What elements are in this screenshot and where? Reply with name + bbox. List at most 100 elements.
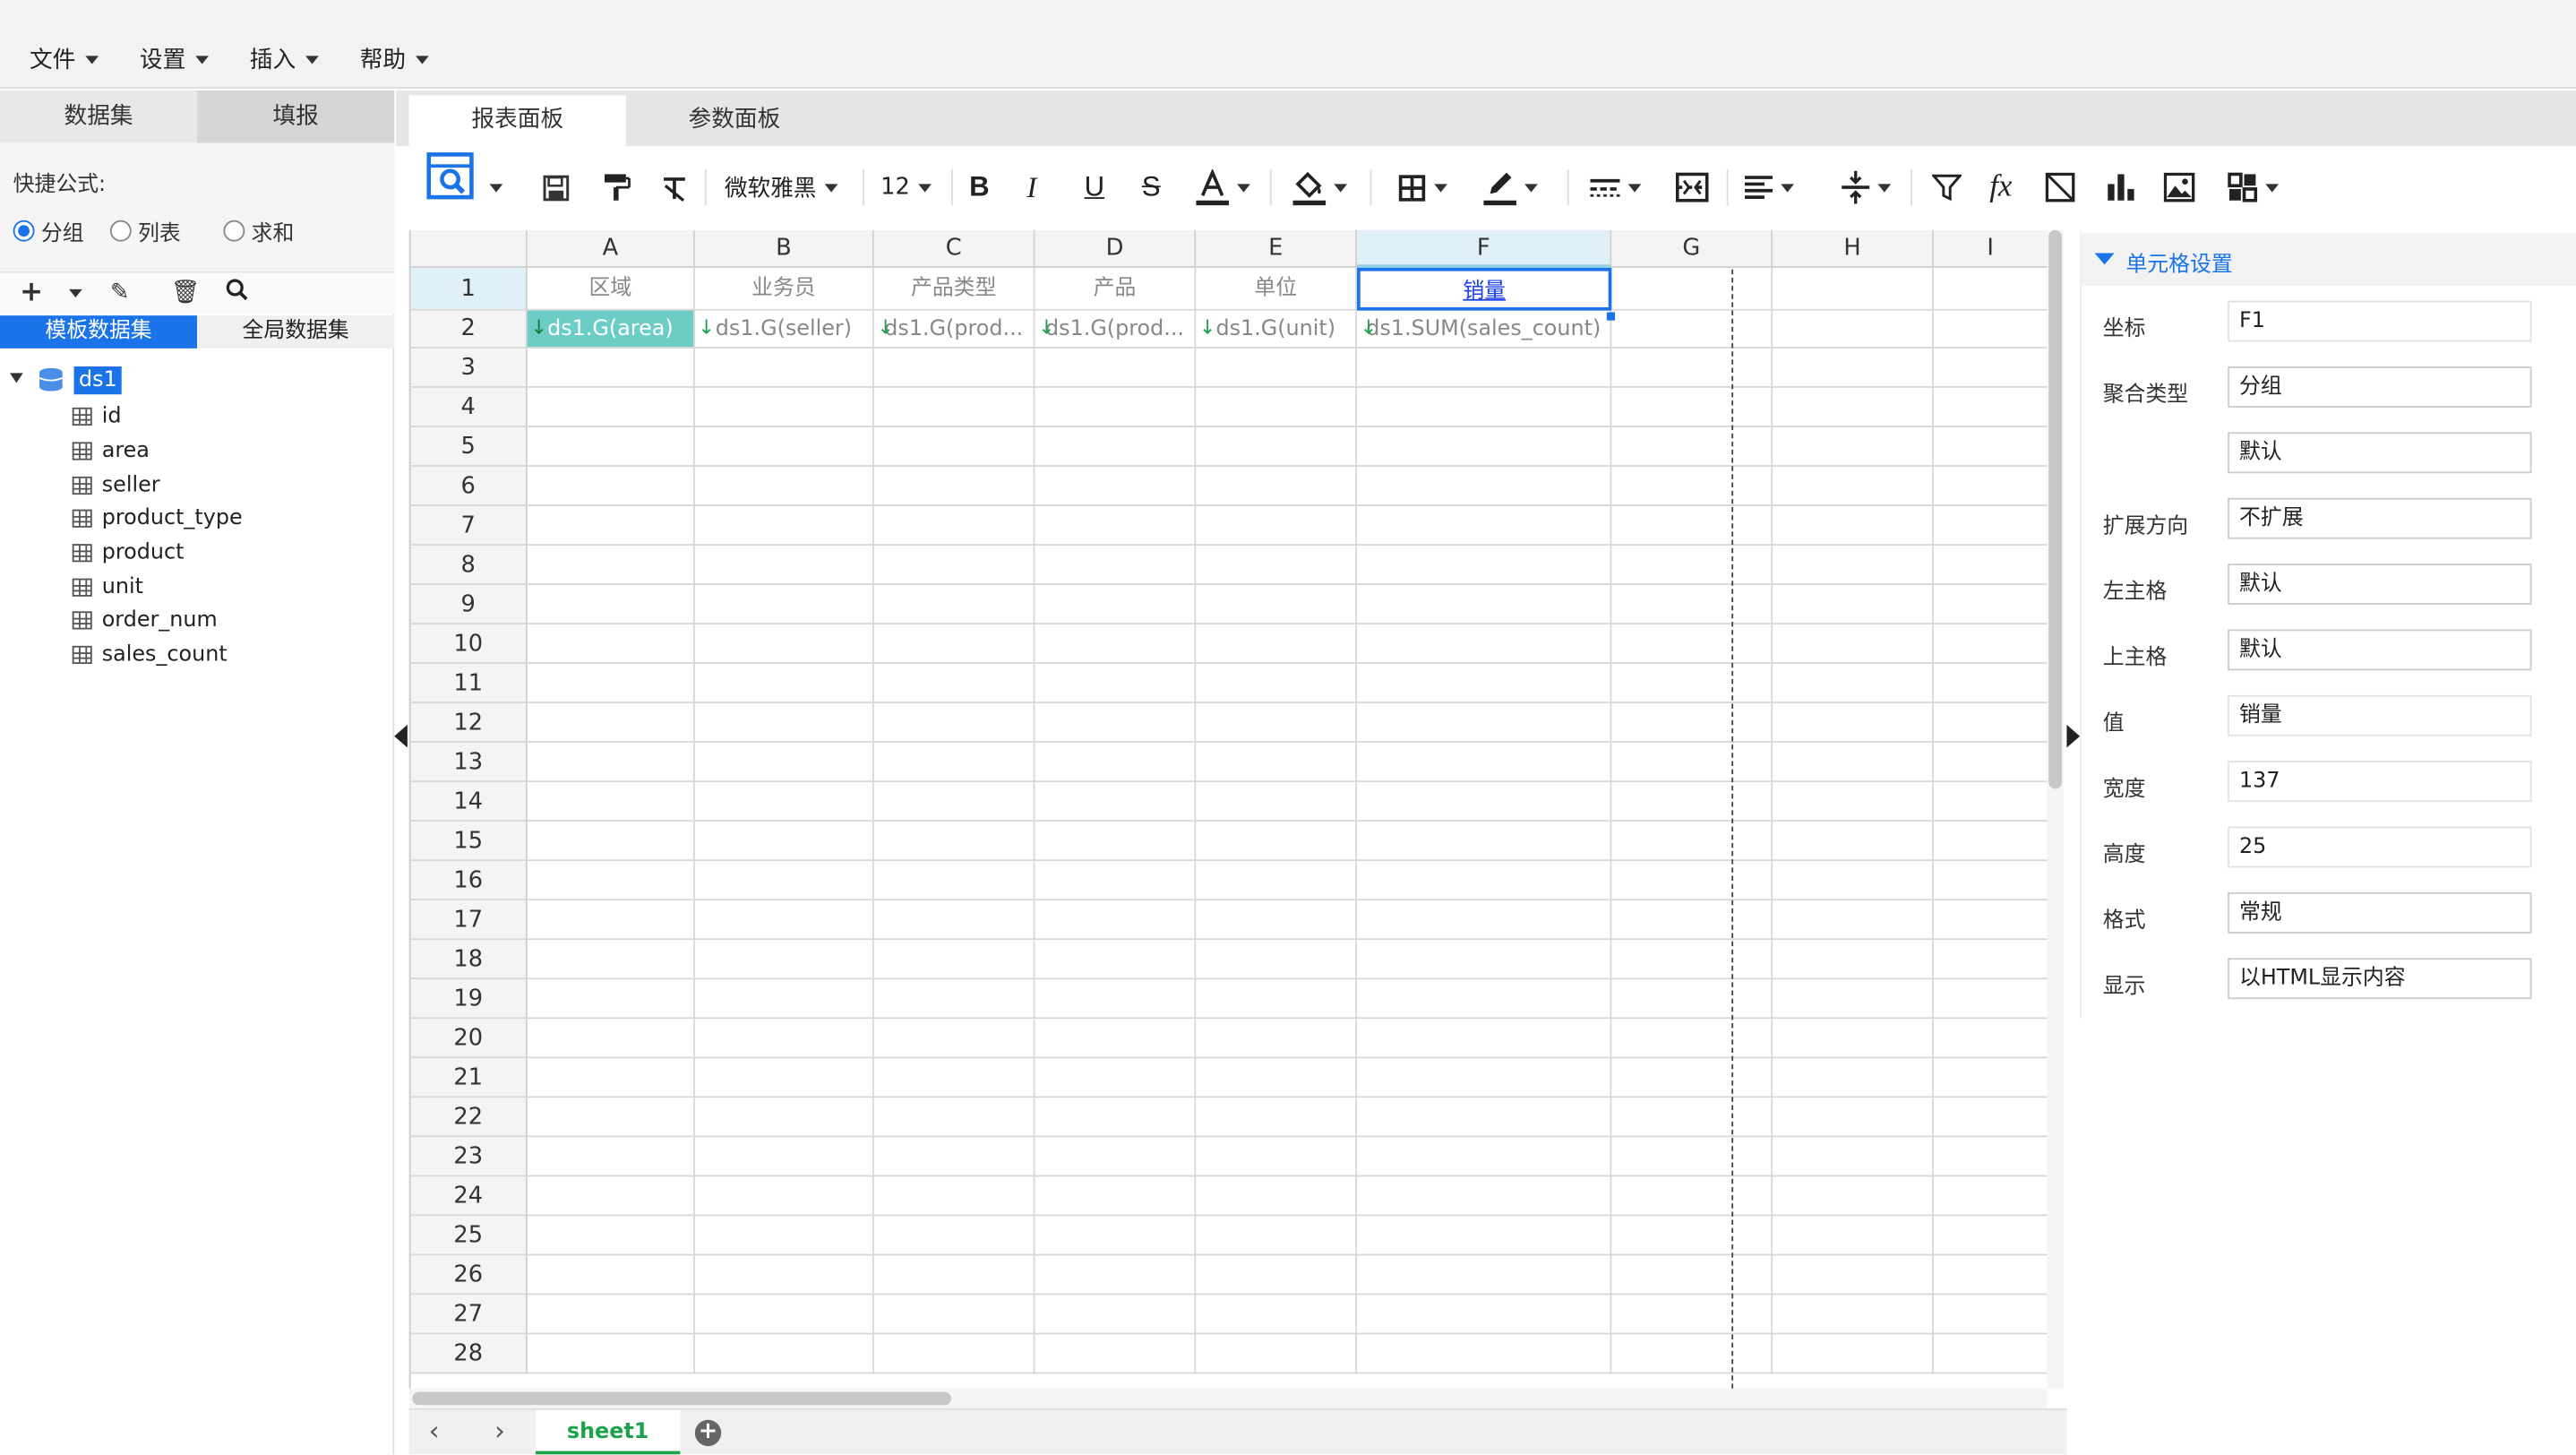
- font-family-select[interactable]: 微软雅黑: [725, 166, 838, 209]
- grid-cell-I16[interactable]: [1933, 861, 2048, 901]
- grid-cell-H24[interactable]: [1773, 1176, 1934, 1217]
- grid-cell-H9[interactable]: [1773, 584, 1934, 624]
- grid-cell-E15[interactable]: [1196, 822, 1358, 862]
- grid-cell-E9[interactable]: [1196, 584, 1358, 624]
- formula-button[interactable]: fx: [1989, 166, 2012, 209]
- grid-cell-H10[interactable]: [1773, 624, 1934, 665]
- grid-cell-D9[interactable]: [1035, 584, 1197, 624]
- row-header[interactable]: 17: [410, 900, 528, 941]
- grid-cell-C18[interactable]: [873, 940, 1035, 980]
- grid-cell-I26[interactable]: [1933, 1255, 2048, 1296]
- format-painter-button[interactable]: [603, 166, 631, 209]
- grid-cell-H5[interactable]: [1773, 426, 1934, 467]
- grid-cell-E23[interactable]: [1196, 1137, 1358, 1177]
- grid-cell-D16[interactable]: [1035, 861, 1197, 901]
- column-header-A[interactable]: A: [527, 229, 695, 268]
- grid-cell-B12[interactable]: [694, 703, 874, 744]
- grid-cell-G21[interactable]: [1611, 1058, 1773, 1098]
- grid-cell-F21[interactable]: [1357, 1058, 1612, 1098]
- grid-cell-D13[interactable]: [1035, 743, 1197, 783]
- row-header[interactable]: 28: [410, 1334, 528, 1374]
- grid-cell-D4[interactable]: [1035, 387, 1197, 427]
- grid-cell-C5[interactable]: [873, 426, 1035, 467]
- grid-cell-F26[interactable]: [1357, 1255, 1612, 1296]
- grid-cell-G19[interactable]: [1611, 979, 1773, 1020]
- grid-cell-H3[interactable]: [1773, 348, 1934, 388]
- grid-cell-F3[interactable]: [1357, 348, 1612, 388]
- row-header[interactable]: 9: [410, 584, 528, 624]
- grid-cell-H22[interactable]: [1773, 1098, 1934, 1138]
- grid-cell-H1[interactable]: [1773, 267, 1934, 311]
- grid-cell-A3[interactable]: [527, 348, 695, 388]
- grid-cell-E7[interactable]: [1196, 505, 1358, 546]
- tree-field-order-num[interactable]: order_num: [72, 605, 218, 634]
- grid-cell-D25[interactable]: [1035, 1216, 1197, 1256]
- grid-cell-F16[interactable]: [1357, 861, 1612, 901]
- row-header[interactable]: 27: [410, 1295, 528, 1335]
- grid-cell-F12[interactable]: [1357, 703, 1612, 744]
- grid-cell-H18[interactable]: [1773, 940, 1934, 980]
- grid-cell-D19[interactable]: [1035, 979, 1197, 1020]
- grid-cell-G12[interactable]: [1611, 703, 1773, 744]
- grid-cell-C8[interactable]: [873, 545, 1035, 585]
- grid-cell-A14[interactable]: [527, 782, 695, 822]
- grid-cell-F28[interactable]: [1357, 1334, 1612, 1374]
- grid-cell-H16[interactable]: [1773, 861, 1934, 901]
- setting-field[interactable]: 默认: [2228, 432, 2532, 474]
- grid-cell-C9[interactable]: [873, 584, 1035, 624]
- grid-cell-I2[interactable]: [1933, 310, 2048, 349]
- horizontal-scrollbar[interactable]: [408, 1388, 2048, 1408]
- grid-cell-C24[interactable]: [873, 1176, 1035, 1217]
- tree-field-product-type[interactable]: product_type: [72, 503, 243, 532]
- grid-cell-A6[interactable]: [527, 466, 695, 506]
- grid-cell-C17[interactable]: [873, 900, 1035, 941]
- grid-cell-D26[interactable]: [1035, 1255, 1197, 1296]
- grid-cell-G13[interactable]: [1611, 743, 1773, 783]
- grid-cell-E17[interactable]: [1196, 900, 1358, 941]
- grid-cell-B5[interactable]: [694, 426, 874, 467]
- grid-cell-D15[interactable]: [1035, 822, 1197, 862]
- next-sheet-icon[interactable]: ›: [494, 1415, 505, 1446]
- grid-cell-B1[interactable]: 业务员: [694, 267, 874, 311]
- grid-cell-E5[interactable]: [1196, 426, 1358, 467]
- subtab-template-dataset[interactable]: 模板数据集: [0, 315, 198, 349]
- grid-cell-B26[interactable]: [694, 1255, 874, 1296]
- row-header[interactable]: 26: [410, 1255, 528, 1296]
- tab-dataset[interactable]: 数据集: [0, 90, 198, 143]
- grid-cell-G4[interactable]: [1611, 387, 1773, 427]
- setting-field[interactable]: 137: [2228, 761, 2532, 803]
- subtab-global-dataset[interactable]: 全局数据集: [197, 315, 395, 349]
- bold-button[interactable]: B: [969, 166, 990, 209]
- clear-format-button[interactable]: [660, 166, 688, 209]
- menu-file[interactable]: 文件: [30, 43, 99, 76]
- column-header-C[interactable]: C: [873, 229, 1035, 268]
- row-header[interactable]: 18: [410, 940, 528, 980]
- grid-cell-I19[interactable]: [1933, 979, 2048, 1020]
- insert-image-button[interactable]: [2163, 166, 2195, 209]
- row-header[interactable]: 22: [410, 1098, 528, 1138]
- setting-field[interactable]: 25: [2228, 826, 2532, 868]
- grid-cell-I24[interactable]: [1933, 1176, 2048, 1217]
- grid-cell-G7[interactable]: [1611, 505, 1773, 546]
- grid-cell-F1[interactable]: 销量: [1357, 267, 1612, 311]
- grid-cell-D11[interactable]: [1035, 664, 1197, 704]
- tree-field-area[interactable]: area: [72, 435, 150, 465]
- tree-expand-icon[interactable]: [10, 373, 23, 383]
- grid-cell-D18[interactable]: [1035, 940, 1197, 980]
- row-header[interactable]: 15: [410, 822, 528, 862]
- grid-cell-H13[interactable]: [1773, 743, 1934, 783]
- grid-cell-D8[interactable]: [1035, 545, 1197, 585]
- row-header[interactable]: 25: [410, 1216, 528, 1256]
- grid-cell-A28[interactable]: [527, 1334, 695, 1374]
- row-header[interactable]: 1: [410, 267, 528, 311]
- grid-cell-F17[interactable]: [1357, 900, 1612, 941]
- grid-cell-I13[interactable]: [1933, 743, 2048, 783]
- grid-cell-A5[interactable]: [527, 426, 695, 467]
- grid-cell-H14[interactable]: [1773, 782, 1934, 822]
- grid-cell-F15[interactable]: [1357, 822, 1612, 862]
- setting-field[interactable]: 销量: [2228, 694, 2532, 736]
- grid-cell-H19[interactable]: [1773, 979, 1934, 1020]
- border-color-button[interactable]: [1483, 166, 1538, 209]
- grid-cell-C2[interactable]: ↓ ds1.G(prod...: [873, 310, 1035, 349]
- row-header[interactable]: 3: [410, 348, 528, 388]
